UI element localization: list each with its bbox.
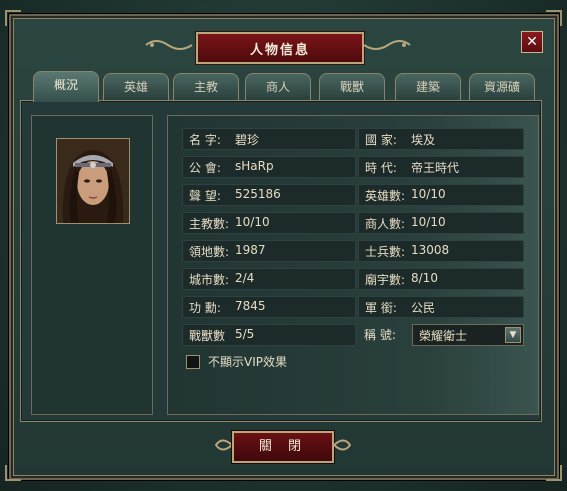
era-value: 帝王時代: [411, 161, 460, 175]
frame-corner: [5, 10, 21, 26]
heroes-count-value: 10/10: [411, 187, 446, 201]
title-select[interactable]: 榮耀衛士 ▼: [412, 324, 524, 346]
info-row: 聲 望: 525186 英雄數: 10/10: [182, 184, 524, 206]
prestige-label: 聲 望:: [189, 189, 221, 203]
info-row: 主教數: 10/10 商人數: 10/10: [182, 212, 524, 234]
bishops-count-label: 主教數:: [189, 217, 230, 231]
close-button[interactable]: ✕: [521, 31, 543, 53]
frame-corner: [546, 465, 562, 481]
info-row: 城市數: 2/4 廟宇數: 8/10: [182, 268, 524, 290]
button-ornament-right-icon: [333, 439, 352, 451]
tab-content: 名 字: 碧珍 國 家: 埃及 公 會: sHaRp 時 代: 帝王時代 聲 望: 525…: [20, 100, 542, 422]
character-info-panel: 名 字: 碧珍 國 家: 埃及 公 會: sHaRp 時 代: 帝王時代 聲 望: 525…: [167, 115, 539, 415]
city-count-value: 2/4: [235, 271, 255, 285]
info-row: 領地數: 1987 士兵數: 13008: [182, 240, 524, 262]
title-select-value: 榮耀衛士: [419, 329, 468, 343]
territory-count-value: 1987: [235, 243, 266, 257]
rank-label: 軍 銜:: [365, 301, 397, 315]
character-portrait: [56, 138, 130, 224]
country-label: 國 家:: [365, 133, 397, 147]
title-label: 稱 號:: [364, 328, 396, 342]
info-row: 戰獸數 5/5 稱 號: 榮耀衛士 ▼: [182, 324, 524, 346]
button-ornament-left-icon: [214, 439, 233, 451]
tab-resource-mines[interactable]: 資源礦: [469, 73, 535, 100]
territory-count-label: 領地數:: [189, 245, 230, 259]
title-ornament-left-icon: [145, 40, 193, 50]
name-label: 名 字:: [189, 133, 221, 147]
soldiers-count-label: 士兵數:: [365, 245, 406, 259]
beast-count-label: 戰獸數: [189, 329, 226, 343]
chevron-down-icon[interactable]: ▼: [505, 327, 521, 343]
merchants-count-label: 商人數:: [365, 217, 406, 231]
beast-count-value: 5/5: [235, 327, 255, 341]
close-dialog-button[interactable]: 關 閉: [232, 431, 334, 463]
guild-value: sHaRp: [235, 159, 274, 173]
tab-merchants[interactable]: 商人: [245, 73, 311, 100]
prestige-value: 525186: [235, 187, 281, 201]
temple-count-label: 廟宇數:: [365, 273, 406, 287]
city-count-label: 城市數:: [189, 273, 230, 287]
country-value: 埃及: [411, 133, 436, 147]
title-ornament-right-icon: [363, 40, 411, 50]
temple-count-value: 8/10: [411, 271, 438, 285]
info-row: 名 字: 碧珍 國 家: 埃及: [182, 128, 524, 150]
guild-label: 公 會:: [189, 161, 221, 175]
vip-effect-label: 不顯示VIP效果: [208, 355, 287, 369]
merit-label: 功 勳:: [189, 301, 221, 315]
info-row: 公 會: sHaRp 時 代: 帝王時代: [182, 156, 524, 178]
tab-bishops[interactable]: 主教: [173, 73, 239, 100]
tab-overview[interactable]: 概況: [33, 71, 99, 102]
portrait-panel: [31, 115, 153, 415]
name-value: 碧珍: [235, 133, 260, 147]
tab-beasts[interactable]: 戰獸: [319, 73, 385, 100]
dialog-title: 人物信息: [196, 32, 364, 64]
heroes-count-label: 英雄數:: [365, 189, 406, 203]
info-row: 功 勳: 7845 軍 銜: 公民: [182, 296, 524, 318]
bishops-count-value: 10/10: [235, 215, 270, 229]
tab-buildings[interactable]: 建築: [395, 73, 461, 100]
frame-corner: [546, 10, 562, 26]
rank-value: 公民: [411, 301, 436, 315]
merchants-count-value: 10/10: [411, 215, 446, 229]
tab-heroes[interactable]: 英雄: [103, 73, 169, 100]
era-label: 時 代:: [365, 161, 397, 175]
vip-effect-checkbox[interactable]: [186, 355, 200, 369]
frame-corner: [5, 465, 21, 481]
merit-value: 7845: [235, 299, 266, 313]
close-icon: ✕: [526, 34, 538, 50]
soldiers-count-value: 13008: [411, 243, 450, 257]
